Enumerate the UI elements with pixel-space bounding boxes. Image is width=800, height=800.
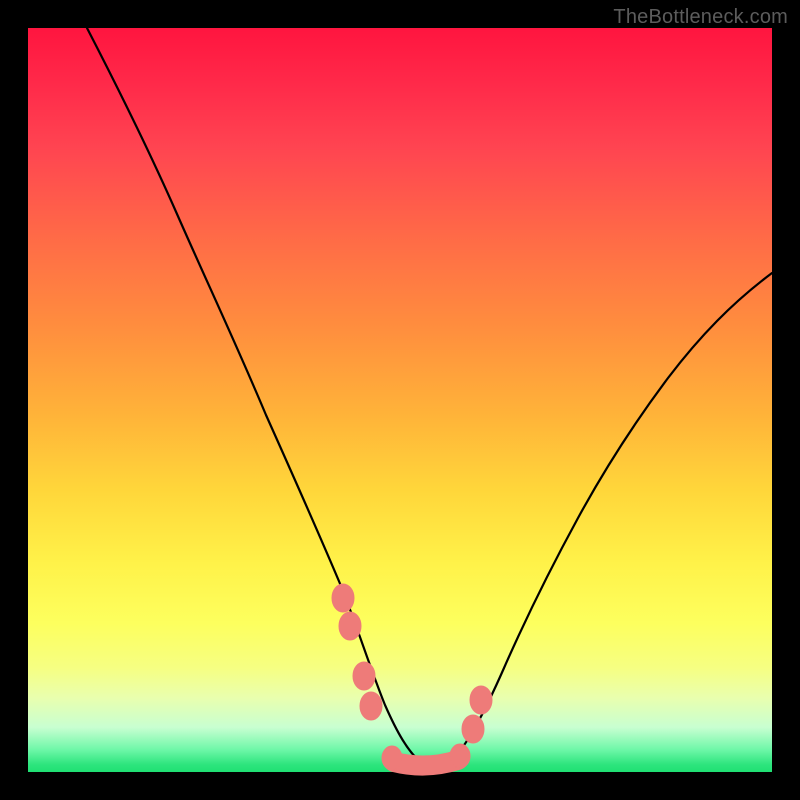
marker-dot (450, 744, 470, 768)
marker-dot (360, 692, 382, 720)
curve-path (87, 28, 772, 767)
marker-dot (332, 584, 354, 612)
plot-area (28, 28, 772, 772)
marker-dot (353, 662, 375, 690)
attribution-label: TheBottleneck.com (613, 6, 788, 29)
bottleneck-curve (28, 28, 772, 772)
marker-valley-bar (394, 760, 458, 766)
marker-dot (470, 686, 492, 714)
chart-frame: TheBottleneck.com (0, 0, 800, 800)
marker-dot (462, 715, 484, 743)
marker-dot (339, 612, 361, 640)
marker-dot (382, 746, 402, 770)
